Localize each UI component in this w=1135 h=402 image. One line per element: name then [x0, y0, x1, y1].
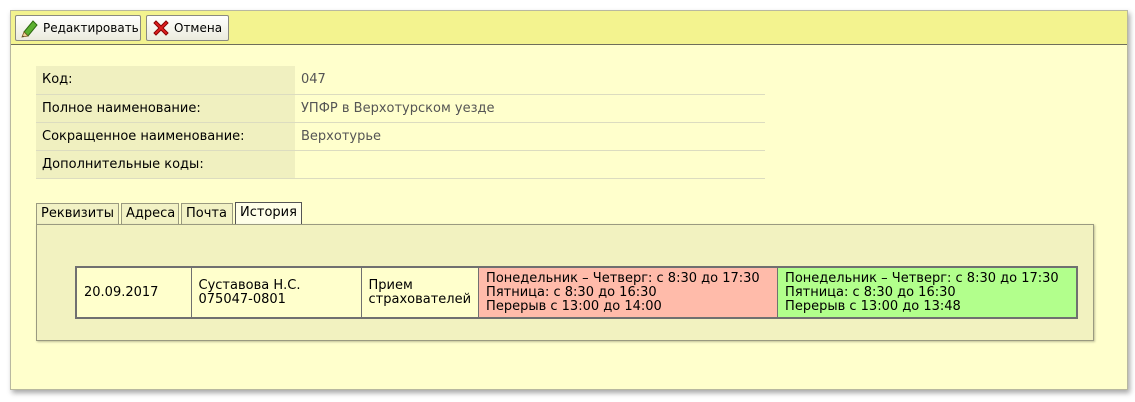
history-user-name: Суставова Н.С.	[198, 277, 301, 293]
cancel-button[interactable]: Отмена	[146, 15, 229, 41]
toolbar: Редактировать Отмена	[11, 11, 1127, 45]
old-value-line: Пятница: с 8:30 до 16:30	[486, 284, 657, 300]
property-value: УПФР в Верхотурском уезде	[295, 94, 765, 123]
tab-addresses[interactable]: Адреса	[121, 203, 179, 224]
history-table: 20.09.2017 Суставова Н.С. 075047-0801 Пр…	[75, 266, 1078, 319]
history-type-line: страхователей	[368, 291, 472, 307]
tab-history[interactable]: История	[235, 202, 302, 225]
property-value: Верхотурье	[295, 122, 765, 151]
history-date: 20.09.2017	[75, 266, 192, 319]
edit-button[interactable]: Редактировать	[15, 15, 141, 41]
property-row-code: Код: 047	[36, 66, 765, 95]
property-row-short-name: Сокращенное наименование: Верхотурье	[36, 122, 765, 151]
property-label: Код:	[36, 66, 295, 95]
property-value	[295, 150, 765, 179]
table-row: 20.09.2017 Суставова Н.С. 075047-0801 Пр…	[75, 266, 1078, 319]
property-row-extra-codes: Дополнительные коды:	[36, 150, 765, 179]
history-type: Прием страхователей	[360, 266, 480, 319]
pencil-icon	[20, 18, 40, 38]
old-value-line: Понедельник – Четверг: с 8:30 до 17:30	[486, 270, 760, 286]
history-user: Суставова Н.С. 075047-0801	[190, 266, 362, 319]
property-label: Сокращенное наименование:	[36, 122, 295, 151]
edit-button-label: Редактировать	[43, 21, 139, 35]
history-new-value: Понедельник – Четверг: с 8:30 до 17:30 П…	[777, 266, 1078, 319]
cancel-button-label: Отмена	[174, 21, 223, 35]
history-panel: 20.09.2017 Суставова Н.С. 075047-0801 Пр…	[36, 224, 1094, 341]
new-value-line: Перерыв с 13:00 до 13:48	[785, 298, 961, 314]
history-user-code: 075047-0801	[198, 291, 286, 307]
new-value-line: Пятница: с 8:30 до 16:30	[785, 284, 956, 300]
new-value-line: Понедельник – Четверг: с 8:30 до 17:30	[785, 270, 1059, 286]
property-label: Полное наименование:	[36, 94, 295, 123]
history-old-value: Понедельник – Четверг: с 8:30 до 17:30 П…	[478, 266, 779, 319]
property-label: Дополнительные коды:	[36, 150, 295, 179]
red-x-icon	[151, 18, 171, 38]
property-value: 047	[295, 66, 765, 95]
history-type-line: Прием	[368, 277, 413, 293]
properties-table: Код: 047 Полное наименование: УПФР в Вер…	[36, 66, 765, 179]
record-window: Редактировать Отмена Код: 047 Полное наи…	[10, 10, 1128, 390]
tab-requisites[interactable]: Реквизиты	[36, 203, 119, 224]
tab-mail[interactable]: Почта	[181, 203, 233, 224]
property-row-full-name: Полное наименование: УПФР в Верхотурском…	[36, 94, 765, 123]
old-value-line: Перерыв с 13:00 до 14:00	[486, 298, 662, 314]
